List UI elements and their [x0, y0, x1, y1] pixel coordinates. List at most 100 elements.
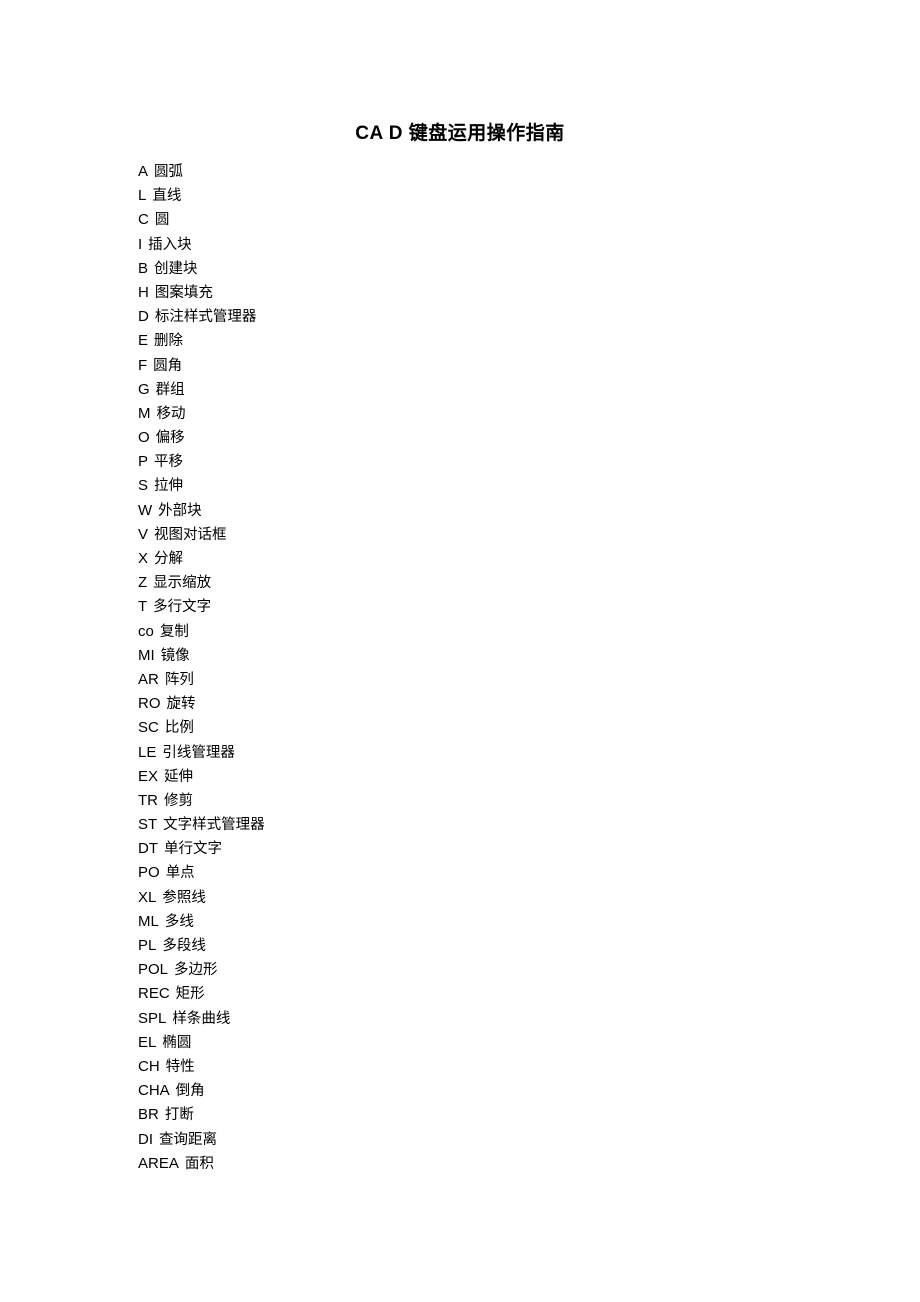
command-shortcut: EX	[138, 767, 159, 785]
command-shortcut: POL	[138, 961, 169, 979]
command-description: 样条曲线	[172, 1010, 231, 1027]
command-shortcut: PL	[138, 937, 157, 954]
list-item: I 插入块	[138, 233, 738, 257]
command-description: 复制	[159, 623, 189, 640]
list-item: XL 参照线	[138, 886, 738, 910]
command-shortcut: DT	[138, 840, 158, 858]
list-item: C圆	[138, 208, 738, 232]
list-item: A 圆弧	[138, 160, 738, 184]
command-shortcut: A	[138, 163, 149, 180]
list-item: CHA 倒角	[138, 1079, 738, 1103]
command-shortcut: XL	[138, 888, 157, 906]
command-description: 插入块	[148, 236, 192, 253]
list-item: POL 多边形	[138, 958, 738, 982]
command-shortcut: D	[138, 308, 149, 326]
list-item: DI 查询距离	[138, 1128, 738, 1152]
command-description: 多行文字	[153, 599, 212, 616]
command-description: 视图对话框	[154, 526, 227, 543]
list-item: DT 单行文字	[138, 837, 738, 861]
command-description: 单行文字	[164, 841, 222, 858]
list-item: T 多行文字	[138, 595, 738, 619]
command-description: 分解	[154, 551, 184, 567]
command-shortcut: L	[138, 187, 147, 205]
list-item: H 图案填充	[138, 281, 738, 305]
page-title: CA D 键盘运用操作指南	[355, 123, 565, 144]
list-item: co 复制	[138, 620, 738, 644]
command-description: 矩形	[175, 986, 205, 1003]
command-description: 圆	[154, 212, 170, 229]
list-item: O 偏移	[138, 426, 738, 450]
command-shortcut: LE	[138, 743, 157, 761]
command-description: 外部块	[158, 502, 202, 519]
list-item: E 删除	[138, 329, 738, 353]
command-description: 创建块	[154, 260, 198, 277]
list-item: W 外部块	[138, 499, 738, 523]
command-description: 图案填充	[154, 284, 213, 301]
command-description: 面积	[184, 1155, 214, 1172]
command-shortcut: PO	[138, 864, 160, 882]
list-item: L 直线	[138, 184, 738, 208]
command-shortcut: TR	[138, 791, 158, 809]
list-item: AREA 面积	[138, 1152, 738, 1176]
command-description: 查询距离	[159, 1131, 217, 1148]
command-shortcut: S	[138, 477, 149, 495]
list-item: CH 特性	[138, 1055, 738, 1079]
list-item: LE 引线管理器	[138, 741, 738, 765]
command-shortcut: MI	[138, 646, 155, 664]
command-description: 倒角	[175, 1083, 205, 1100]
command-shortcut: C	[138, 211, 149, 229]
list-item: MI 镜像	[138, 644, 738, 668]
command-description: 平移	[154, 454, 184, 471]
list-item: BR 打断	[138, 1103, 738, 1127]
command-description: 打断	[164, 1107, 194, 1124]
command-description: 旋转	[166, 696, 196, 713]
command-shortcut: M	[138, 404, 151, 422]
command-description: 比例	[164, 720, 194, 737]
command-shortcut: co	[138, 622, 154, 640]
list-item: REC 矩形	[138, 982, 738, 1006]
document-page: CA D 键盘运用操作指南 A 圆弧 L 直线 C 圆 I 插入块 B 创建块 H 图案填充 D 标注样式…	[0, 0, 920, 1302]
command-description: 删除	[154, 333, 184, 350]
command-shortcut: W	[138, 501, 153, 519]
command-shortcut: SC	[138, 719, 159, 737]
list-item: X 分解	[138, 547, 738, 571]
command-list: A 圆弧 L 直线 C 圆 I 插入块 B 创建块 H 图案填充 D 标注样式管理器 E 删除 F 圆角 G 群组 M 移…	[138, 160, 738, 1176]
command-description: 拉伸	[154, 478, 184, 495]
list-item: S 拉伸	[138, 474, 738, 498]
command-shortcut: E	[138, 332, 149, 350]
command-shortcut: G	[138, 380, 150, 398]
command-shortcut: RO	[138, 695, 161, 713]
command-shortcut: Z	[138, 574, 148, 592]
command-description: 椭圆	[162, 1034, 192, 1051]
command-description: 标注样式管理器	[154, 309, 257, 326]
command-shortcut: BR	[138, 1106, 159, 1124]
command-description: 直线	[152, 188, 182, 205]
command-description: 偏移	[155, 430, 185, 447]
command-description: 移动	[156, 405, 186, 422]
list-item: RO 旋转	[138, 692, 738, 716]
list-item: M 移动	[138, 402, 738, 426]
command-description: 修剪	[164, 792, 193, 809]
list-item: Z 显示缩放	[138, 571, 738, 595]
list-item: PL 多段线	[138, 934, 738, 958]
command-shortcut: H	[138, 283, 149, 301]
command-description: 多段线	[162, 938, 206, 954]
list-item: EL 椭圆	[138, 1031, 738, 1055]
command-description: 圆角	[153, 357, 183, 374]
command-description: 显示缩放	[153, 575, 212, 592]
command-description: 群组	[155, 381, 185, 398]
command-shortcut: T	[138, 598, 148, 616]
command-description: 单点	[165, 865, 195, 882]
command-description: 多边形	[174, 962, 218, 979]
command-description: 引线管理器	[162, 744, 235, 761]
command-shortcut: P	[138, 453, 149, 471]
list-item: B 创建块	[138, 257, 738, 281]
command-description: 镜像	[160, 647, 190, 664]
list-item: F 圆角	[138, 354, 738, 378]
command-shortcut: X	[138, 550, 149, 567]
command-shortcut: EL	[138, 1033, 157, 1051]
list-item: P 平移	[138, 450, 738, 474]
command-description: 文字样式管理器	[163, 817, 265, 834]
list-item: SC 比例	[138, 716, 738, 740]
command-shortcut: AREA	[138, 1154, 179, 1172]
